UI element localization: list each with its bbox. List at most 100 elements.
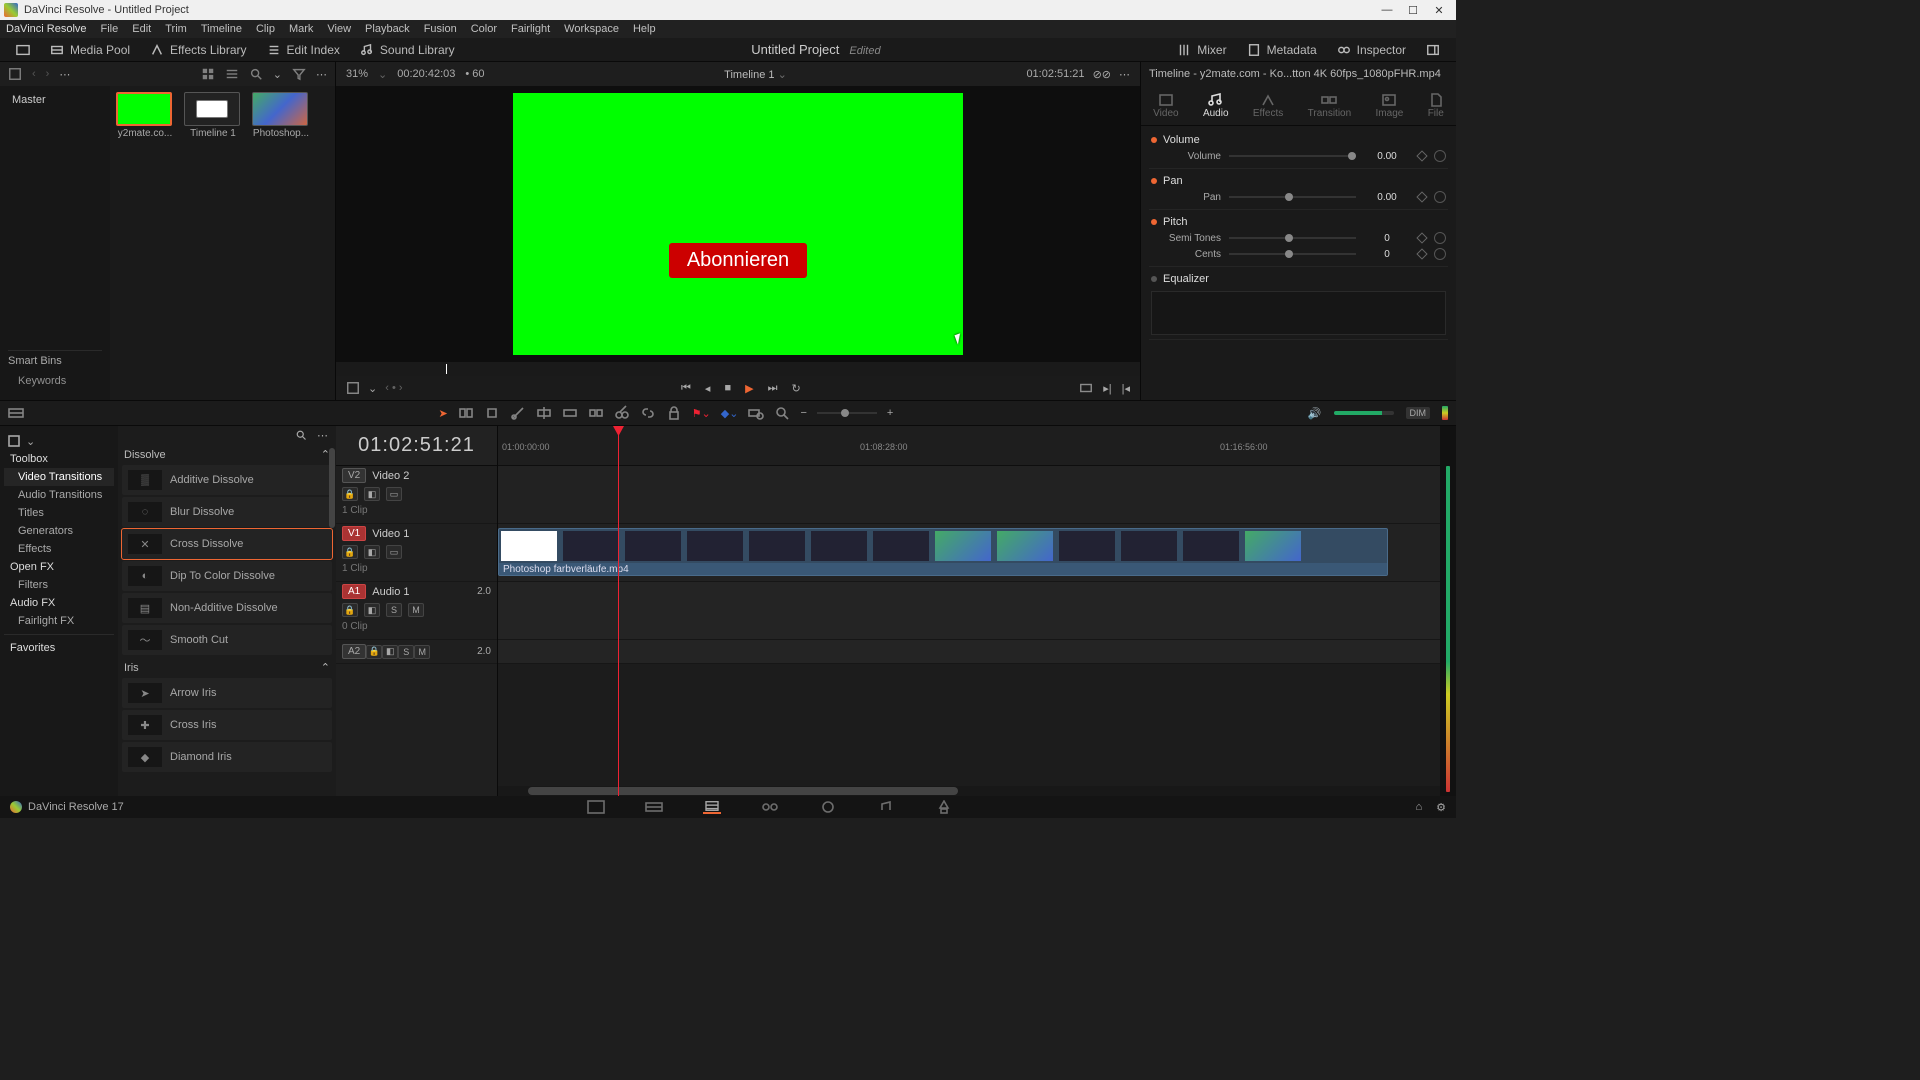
track-head-a2[interactable]: A2 🔒◧SM 2.0 [336,640,497,664]
step-back-button[interactable]: ◂ [705,382,711,395]
menu-edit[interactable]: Edit [132,23,151,35]
auto-select-button[interactable]: ◧ [364,487,380,501]
marker-blue-icon[interactable]: ◆⌄ [721,407,739,420]
disable-track-button[interactable]: ▭ [386,487,402,501]
enable-dot-icon[interactable] [1151,178,1157,184]
menu-fusion[interactable]: Fusion [424,23,457,35]
selection-tool-icon[interactable]: ➤ [438,407,447,420]
go-out-button[interactable]: |◂ [1122,382,1130,395]
viewer-canvas[interactable]: Abonnieren [336,86,1140,362]
keyframe-icon[interactable] [1416,191,1427,202]
fx-item[interactable]: ◆Diamond Iris [122,742,332,772]
smart-bins-header[interactable]: Smart Bins [8,350,102,371]
tree-audiofx[interactable]: Audio FX [4,594,114,612]
reset-icon[interactable] [1434,150,1446,162]
timeline-playhead[interactable] [618,426,619,796]
enable-dot-icon[interactable] [1151,137,1157,143]
thumbnail-view-icon[interactable] [201,67,215,81]
window-close-button[interactable]: ✕ [1426,0,1452,20]
pan-slider[interactable] [1229,196,1356,198]
timeline-track-v2[interactable] [498,466,1456,524]
search-icon[interactable] [774,405,790,421]
menu-clip[interactable]: Clip [256,23,275,35]
inspector-tab-video[interactable]: Video [1153,93,1178,119]
effects-scrollbar[interactable] [329,448,335,528]
loop-button[interactable]: ↻ [791,382,800,395]
blade-all-icon[interactable] [614,405,630,421]
flag-red-icon[interactable]: ⚑⌄ [692,407,711,420]
reset-icon[interactable] [1434,232,1446,244]
fx-item[interactable]: ◌Blur Dissolve [122,497,332,527]
mute-button[interactable]: M [414,645,430,659]
keyframe-icon[interactable] [1416,232,1427,243]
menu-mark[interactable]: Mark [289,23,313,35]
tree-favorites[interactable]: Favorites [4,639,114,657]
track-dest-badge[interactable]: A1 [342,584,366,599]
menu-view[interactable]: View [327,23,351,35]
reset-icon[interactable] [1434,191,1446,203]
tree-audio-transitions[interactable]: Audio Transitions [4,486,114,504]
dim-button[interactable]: DIM [1406,407,1431,419]
volume-value[interactable]: 0.00 [1364,151,1410,162]
page-fusion-icon[interactable] [761,800,779,814]
timeline-view-options-icon[interactable] [8,405,24,421]
overlay-dropdown[interactable]: ⌄ [368,382,377,395]
menu-file[interactable]: File [101,23,119,35]
toggle-media-pool-button[interactable]: Media Pool [42,41,138,59]
clip-item[interactable]: Photoshop... [252,92,310,139]
menu-app[interactable]: DaVinci Resolve [6,23,87,35]
sort-dropdown[interactable]: ⌄ [273,68,282,81]
menu-timeline[interactable]: Timeline [201,23,242,35]
blade-tool-icon[interactable] [510,405,526,421]
viewer-zoom-dropdown[interactable]: 31% [346,68,368,80]
timeline-track-v1[interactable]: Photoshop farbverläufe.mp4 [498,524,1456,582]
fx-item[interactable]: ▤Non-Additive Dissolve [122,593,332,623]
zoom-out-button[interactable]: − [800,407,806,419]
timeline-track-a1[interactable] [498,582,1456,640]
track-dest-badge[interactable]: A2 [342,644,366,659]
track-dest-badge[interactable]: V1 [342,526,366,541]
overwrite-clip-icon[interactable] [562,405,578,421]
auto-select-button[interactable]: ◧ [364,603,380,617]
tree-video-transitions[interactable]: Video Transitions [4,468,114,486]
search-timeline-icon[interactable] [748,405,764,421]
window-minimize-button[interactable]: — [1374,0,1400,20]
page-fairlight-icon[interactable] [877,800,895,814]
link-icon[interactable] [640,405,656,421]
auto-select-button[interactable]: ◧ [382,645,398,659]
keyframe-icon[interactable] [1416,150,1427,161]
replace-clip-icon[interactable] [588,405,604,421]
timeline-track-a2[interactable] [498,640,1456,664]
viewer-scrubber[interactable] [336,362,1140,376]
solo-button[interactable]: S [386,603,402,617]
lock-icon[interactable] [666,405,682,421]
panel-toggle-icon[interactable] [8,435,20,447]
insert-clip-icon[interactable] [536,405,552,421]
fx-item[interactable]: ～Smooth Cut [122,625,332,655]
timeline-canvas[interactable]: 01:00:00:00 01:08:28:00 01:16:56:00 Phot… [498,426,1456,796]
fx-item[interactable]: ◐Dip To Color Dissolve [122,561,332,591]
menu-help[interactable]: Help [633,23,656,35]
timeline-ruler[interactable]: 01:00:00:00 01:08:28:00 01:16:56:00 [498,426,1456,466]
track-dest-badge[interactable]: V2 [342,468,366,483]
trim-tool-icon[interactable] [458,405,474,421]
auto-select-button[interactable]: ◧ [364,545,380,559]
solo-button[interactable]: S [398,645,414,659]
viewer-options-icon[interactable]: ⋯ [1119,68,1130,81]
viewer-title-dropdown[interactable]: Timeline 1 [724,69,774,81]
track-head-a1[interactable]: A1Audio 12.0 🔒◧SM 0 Clip [336,582,497,640]
stop-button[interactable]: ■ [724,382,731,394]
menu-fairlight[interactable]: Fairlight [511,23,550,35]
zoom-in-button[interactable]: + [887,407,893,419]
timeline-timecode[interactable]: 01:02:51:21 [336,426,497,466]
tree-generators[interactable]: Generators [4,522,114,540]
audio-level-slider[interactable] [1334,411,1394,415]
keyframe-icon[interactable] [1416,248,1427,259]
expand-inspector-button[interactable] [1418,41,1448,59]
audio-mute-icon[interactable]: 🔊 [1308,407,1322,420]
page-deliver-icon[interactable] [935,800,953,814]
tree-filters[interactable]: Filters [4,576,114,594]
dynamic-trim-icon[interactable] [484,405,500,421]
menu-playback[interactable]: Playback [365,23,410,35]
tree-titles[interactable]: Titles [4,504,114,522]
